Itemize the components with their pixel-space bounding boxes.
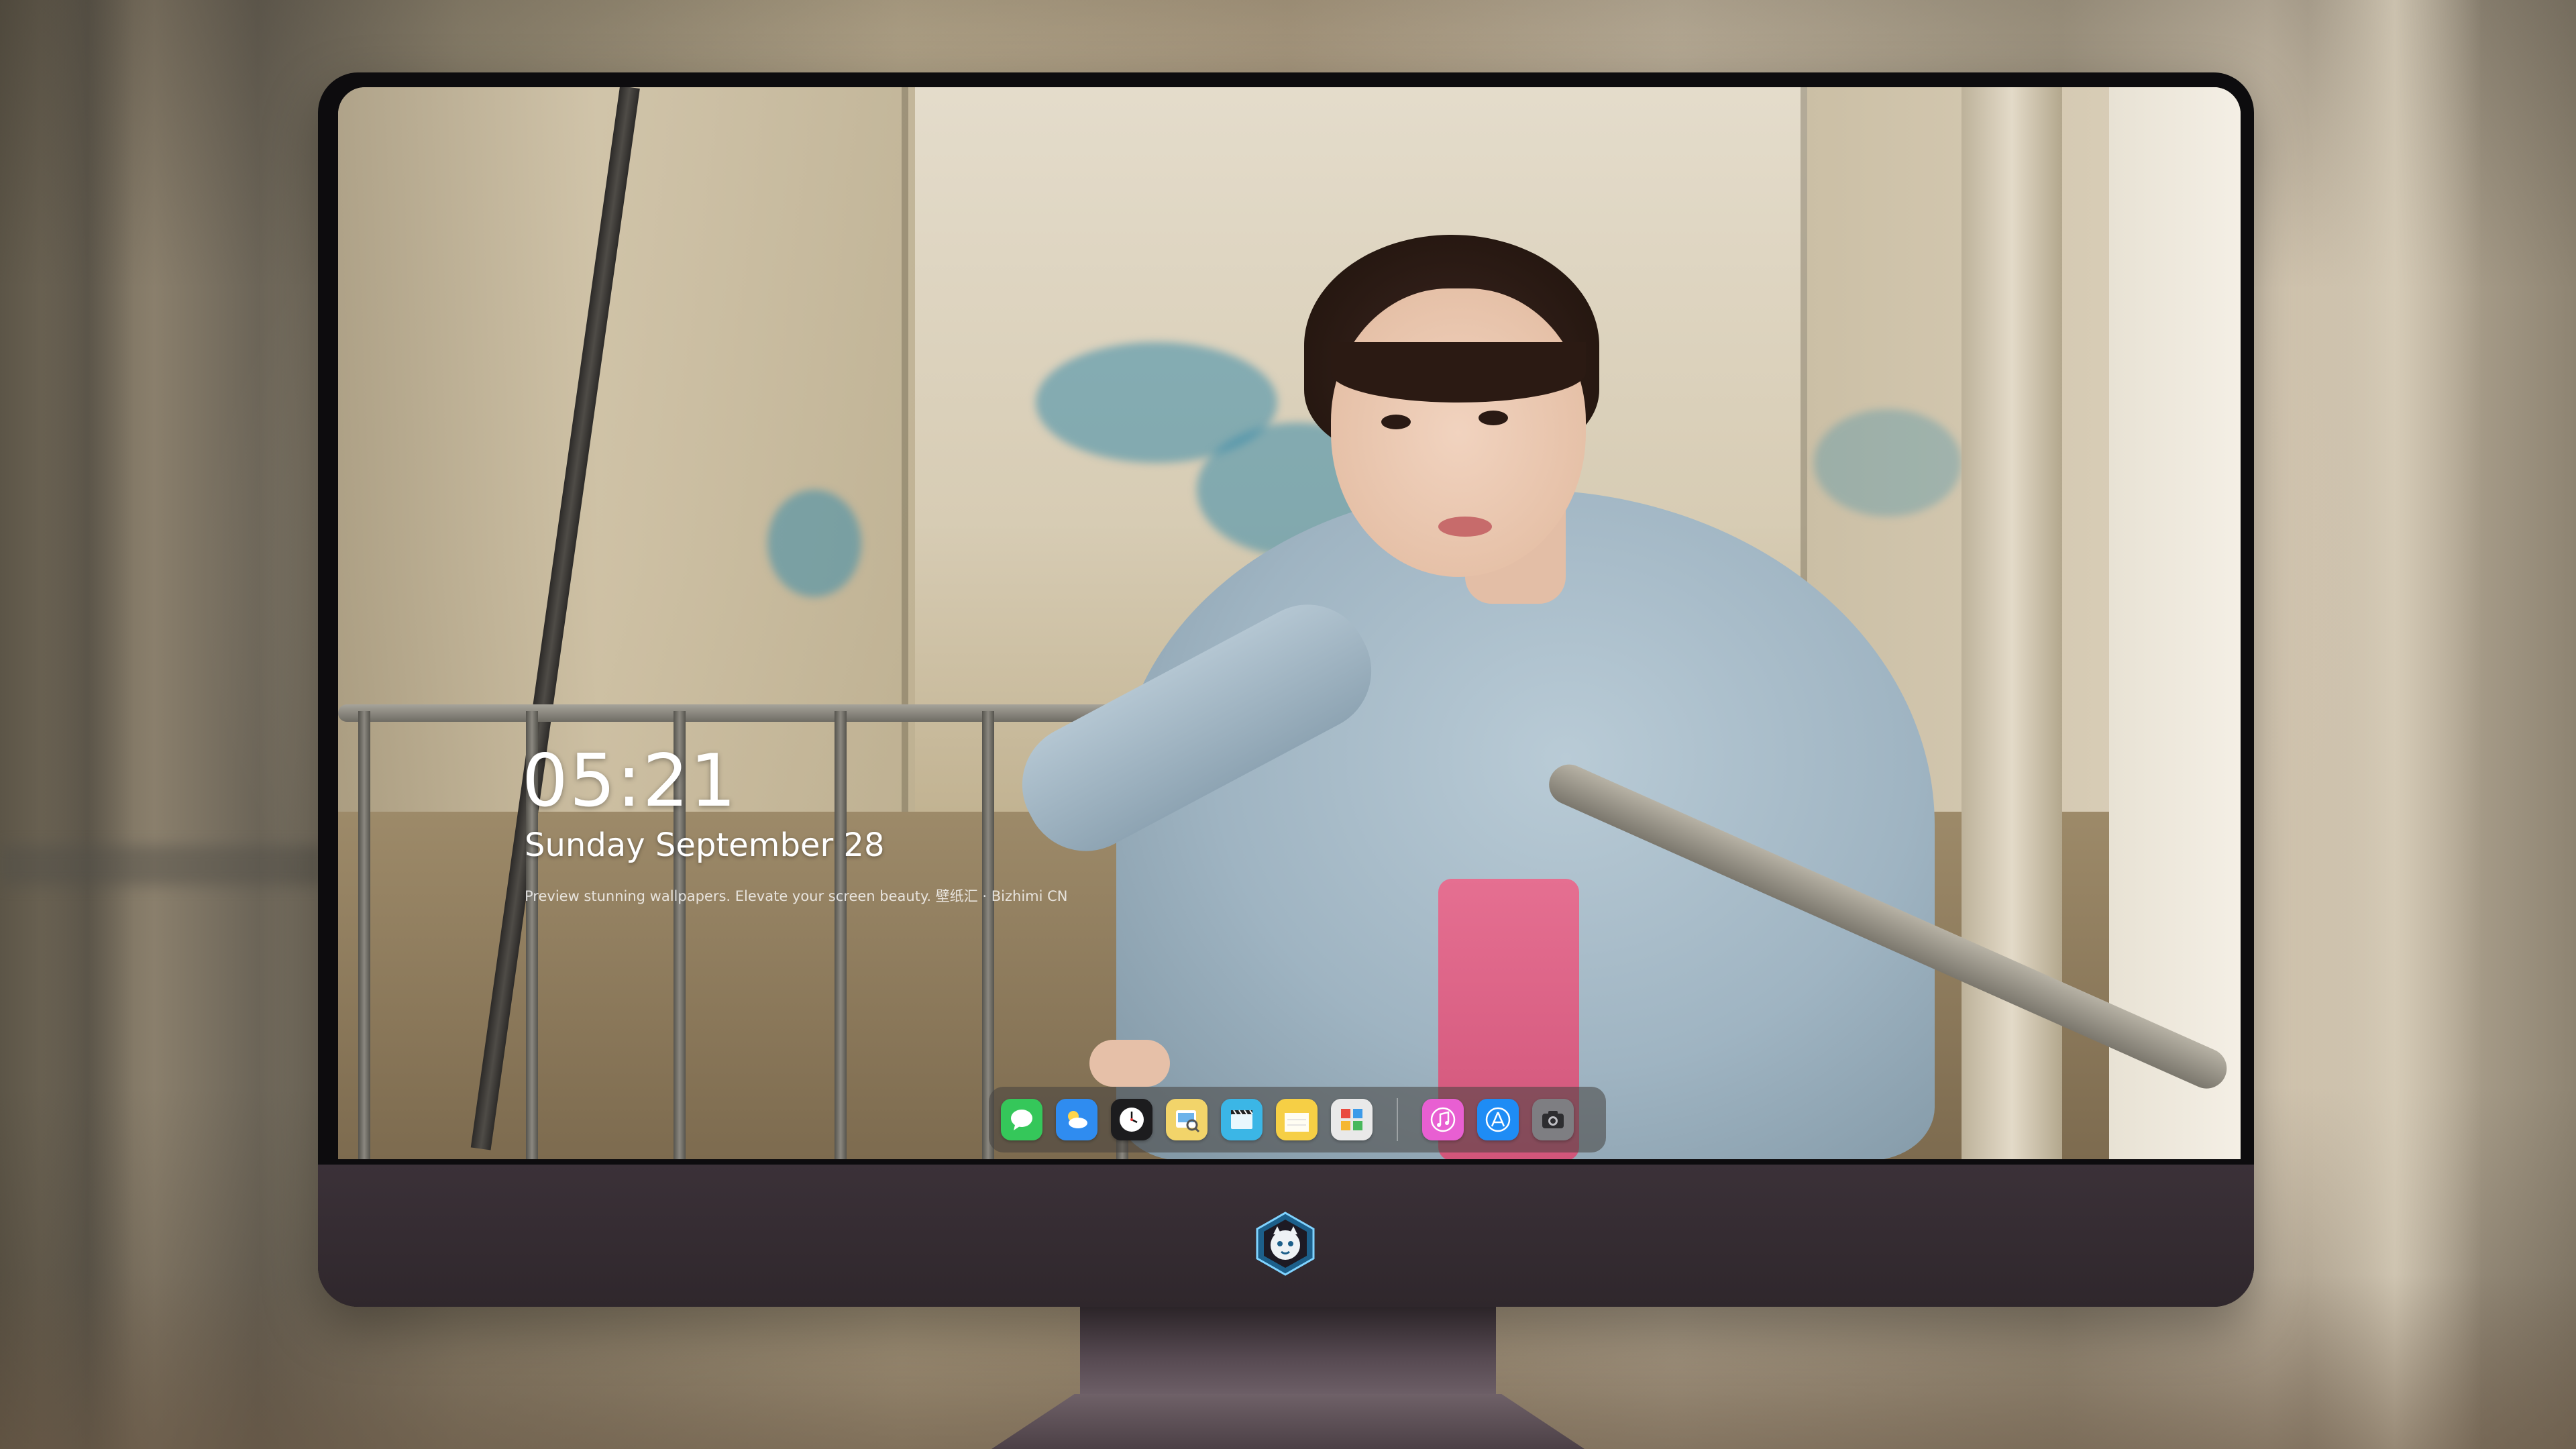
post (2109, 87, 2241, 1159)
lockscreen-tagline: Preview stunning wallpapers. Elevate you… (525, 888, 1068, 904)
clips-icon[interactable] (1221, 1099, 1263, 1140)
background-post (2308, 0, 2482, 1449)
dock-separator (1397, 1098, 1398, 1141)
dock (989, 1087, 1606, 1152)
person-eye (1479, 411, 1508, 425)
wall-seam (902, 87, 908, 812)
wallpaper (338, 87, 2241, 1159)
background-railing (40, 0, 134, 1449)
screen: 05:21 Sunday September 28 Preview stunni… (338, 87, 2241, 1159)
messages-icon[interactable] (1001, 1099, 1042, 1140)
background-railing-bar (0, 845, 322, 885)
wall-panel (338, 87, 915, 812)
person-lips (1438, 517, 1492, 537)
clock-icon[interactable] (1111, 1099, 1152, 1140)
photo-booth-icon[interactable] (1331, 1099, 1373, 1140)
railing-post (835, 711, 847, 1159)
lockscreen-date: Sunday September 28 (525, 826, 885, 864)
monitor-stand-neck (1080, 1307, 1496, 1394)
dragon-mascot-logo (1252, 1210, 1319, 1277)
screenshot-icon[interactable] (1532, 1099, 1574, 1140)
graffiti (1814, 409, 1962, 517)
person-eye (1381, 415, 1411, 429)
lockscreen-clock: 05:21 (522, 739, 738, 823)
railing-post (358, 711, 370, 1159)
preview-icon[interactable] (1166, 1099, 1208, 1140)
graffiti (767, 490, 861, 597)
person-hand (1089, 1040, 1170, 1087)
railing-bar (338, 704, 1143, 722)
weather-icon[interactable] (1056, 1099, 1097, 1140)
itunes-icon[interactable] (1422, 1099, 1464, 1140)
person-fringe (1331, 342, 1586, 402)
app-store-icon[interactable] (1477, 1099, 1519, 1140)
monitor: 05:21 Sunday September 28 Preview stunni… (318, 72, 2254, 1307)
monitor-chin (318, 1165, 2254, 1307)
monitor-stand-base (991, 1394, 1585, 1449)
notes-icon[interactable] (1276, 1099, 1318, 1140)
